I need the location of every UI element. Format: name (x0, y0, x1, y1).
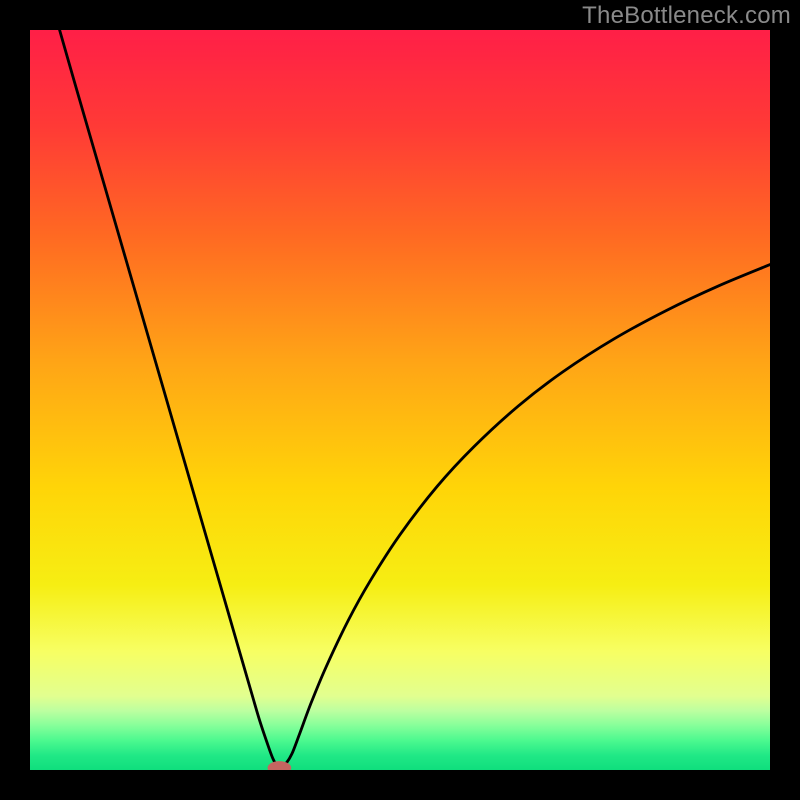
chart-plot (30, 30, 770, 770)
watermark-text: TheBottleneck.com (582, 2, 791, 30)
chart-frame: TheBottleneck.com (0, 0, 800, 800)
chart-svg (30, 30, 770, 770)
plot-background (30, 30, 770, 770)
